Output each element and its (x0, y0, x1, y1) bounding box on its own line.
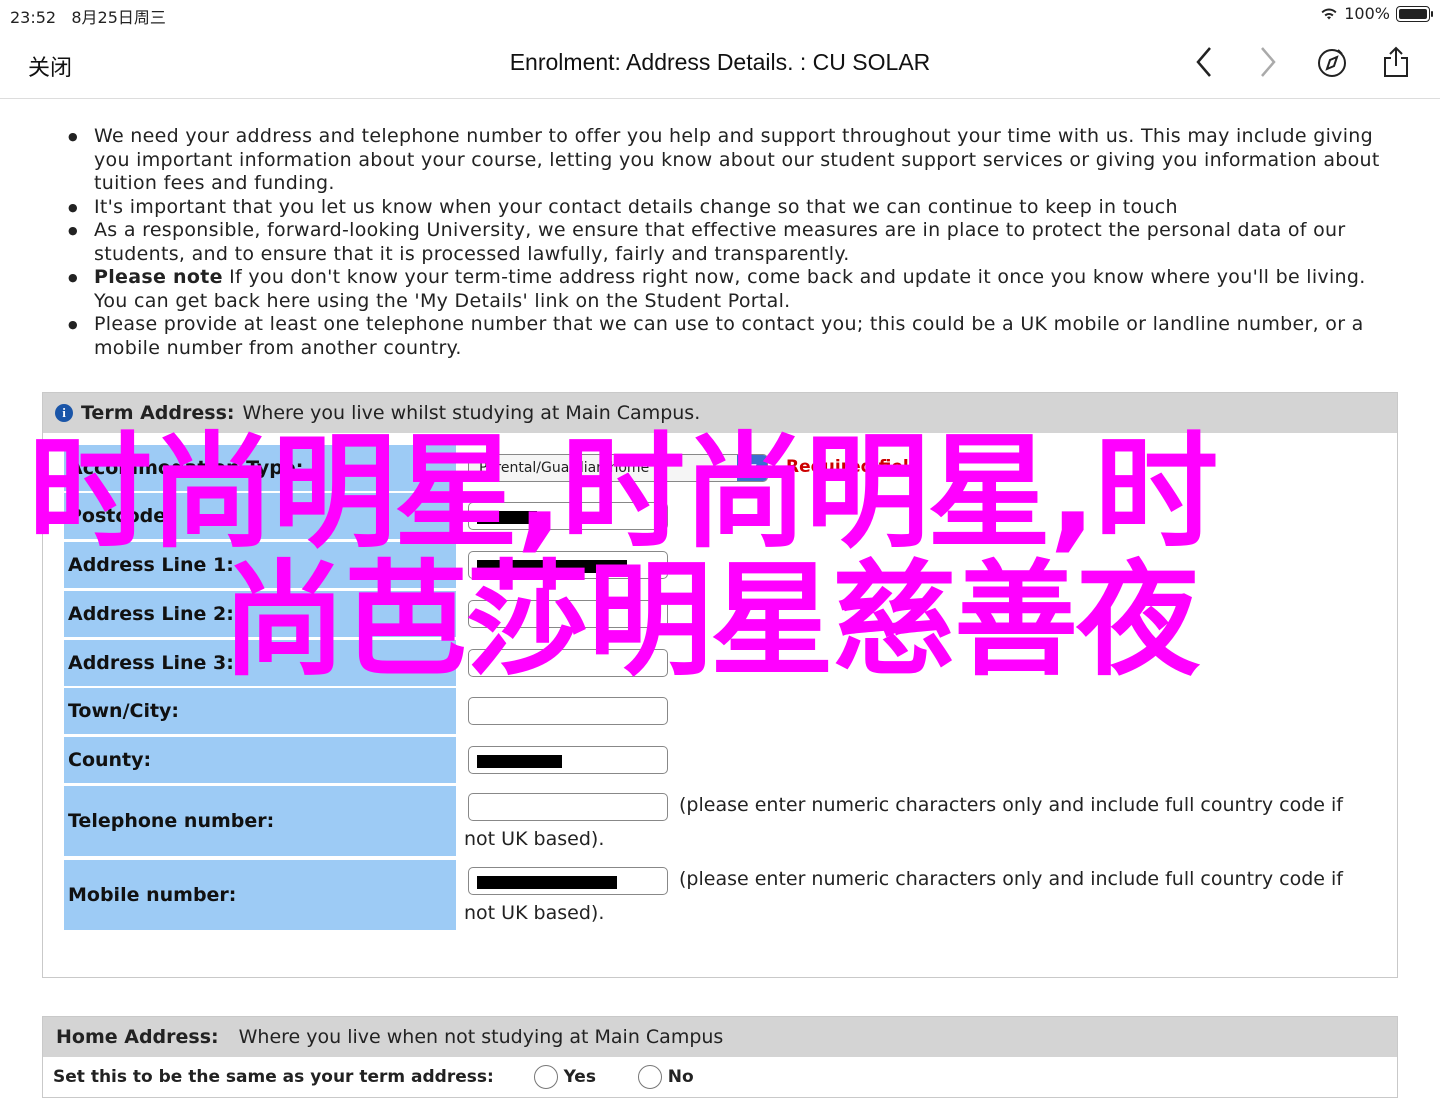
telephone-row: Telephone number: (please enter numeric … (64, 786, 1394, 856)
no-radio[interactable] (637, 1065, 662, 1089)
mobile-hint: (please enter numeric characters only an… (464, 868, 1343, 924)
town-city-label: Town/City: (64, 688, 456, 734)
list-item: Please note If you don't know your term-… (68, 266, 1400, 313)
home-address-header: Home Address: Where you live when not st… (43, 1017, 1397, 1057)
battery-icon (1396, 5, 1433, 22)
status-bar: 23:52 8月25日周三 100% (0, 0, 1440, 28)
list-item: Please provide at least one telephone nu… (68, 313, 1400, 360)
list-item: We need your address and telephone numbe… (68, 125, 1400, 196)
yes-label: Yes (563, 1067, 596, 1087)
back-icon[interactable] (1186, 44, 1222, 80)
redacted-value (477, 755, 562, 768)
home-address-panel: Home Address: Where you live when not st… (42, 1016, 1398, 1098)
same-address-label: Set this to be the same as your term add… (53, 1067, 494, 1087)
county-label: County: (64, 737, 456, 783)
forward-icon[interactable] (1250, 44, 1286, 80)
status-time: 23:52 8月25日周三 (10, 8, 166, 27)
same-address-row: Set this to be the same as your term add… (53, 1065, 694, 1089)
mobile-label: Mobile number: (64, 860, 456, 930)
watermark-text-line-2: 尚芭莎明星慈善夜 (222, 549, 1200, 693)
telephone-label: Telephone number: (64, 786, 456, 856)
mobile-row: Mobile number: (please enter numeric cha… (64, 860, 1394, 930)
compass-icon[interactable] (1314, 44, 1350, 80)
info-icon: i (55, 404, 73, 422)
home-address-title: Home Address: (56, 1026, 219, 1048)
town-city-input[interactable] (468, 697, 668, 725)
town-city-row: Town/City: (64, 688, 1394, 734)
watermark-text-line-1: 时尚明星,时尚明星,时 (28, 421, 1218, 565)
county-input[interactable] (468, 746, 668, 774)
no-label: No (667, 1067, 694, 1087)
wifi-icon (1321, 8, 1337, 19)
battery-percent: 100% (1344, 4, 1390, 23)
home-address-subtitle: Where you live when not studying at Main… (238, 1026, 724, 1048)
telephone-hint: (please enter numeric characters only an… (464, 794, 1343, 850)
share-icon[interactable] (1378, 44, 1414, 80)
notes-list: We need your address and telephone numbe… (68, 125, 1400, 360)
list-item: It's important that you let us know when… (68, 196, 1400, 220)
status-right: 100% (1320, 4, 1433, 23)
list-item: As a responsible, forward-looking Univer… (68, 219, 1400, 266)
county-row: County: (64, 737, 1394, 783)
browser-nav-bar: 关闭 Enrolment: Address Details. : CU SOLA… (0, 28, 1440, 99)
yes-radio[interactable] (533, 1065, 558, 1089)
